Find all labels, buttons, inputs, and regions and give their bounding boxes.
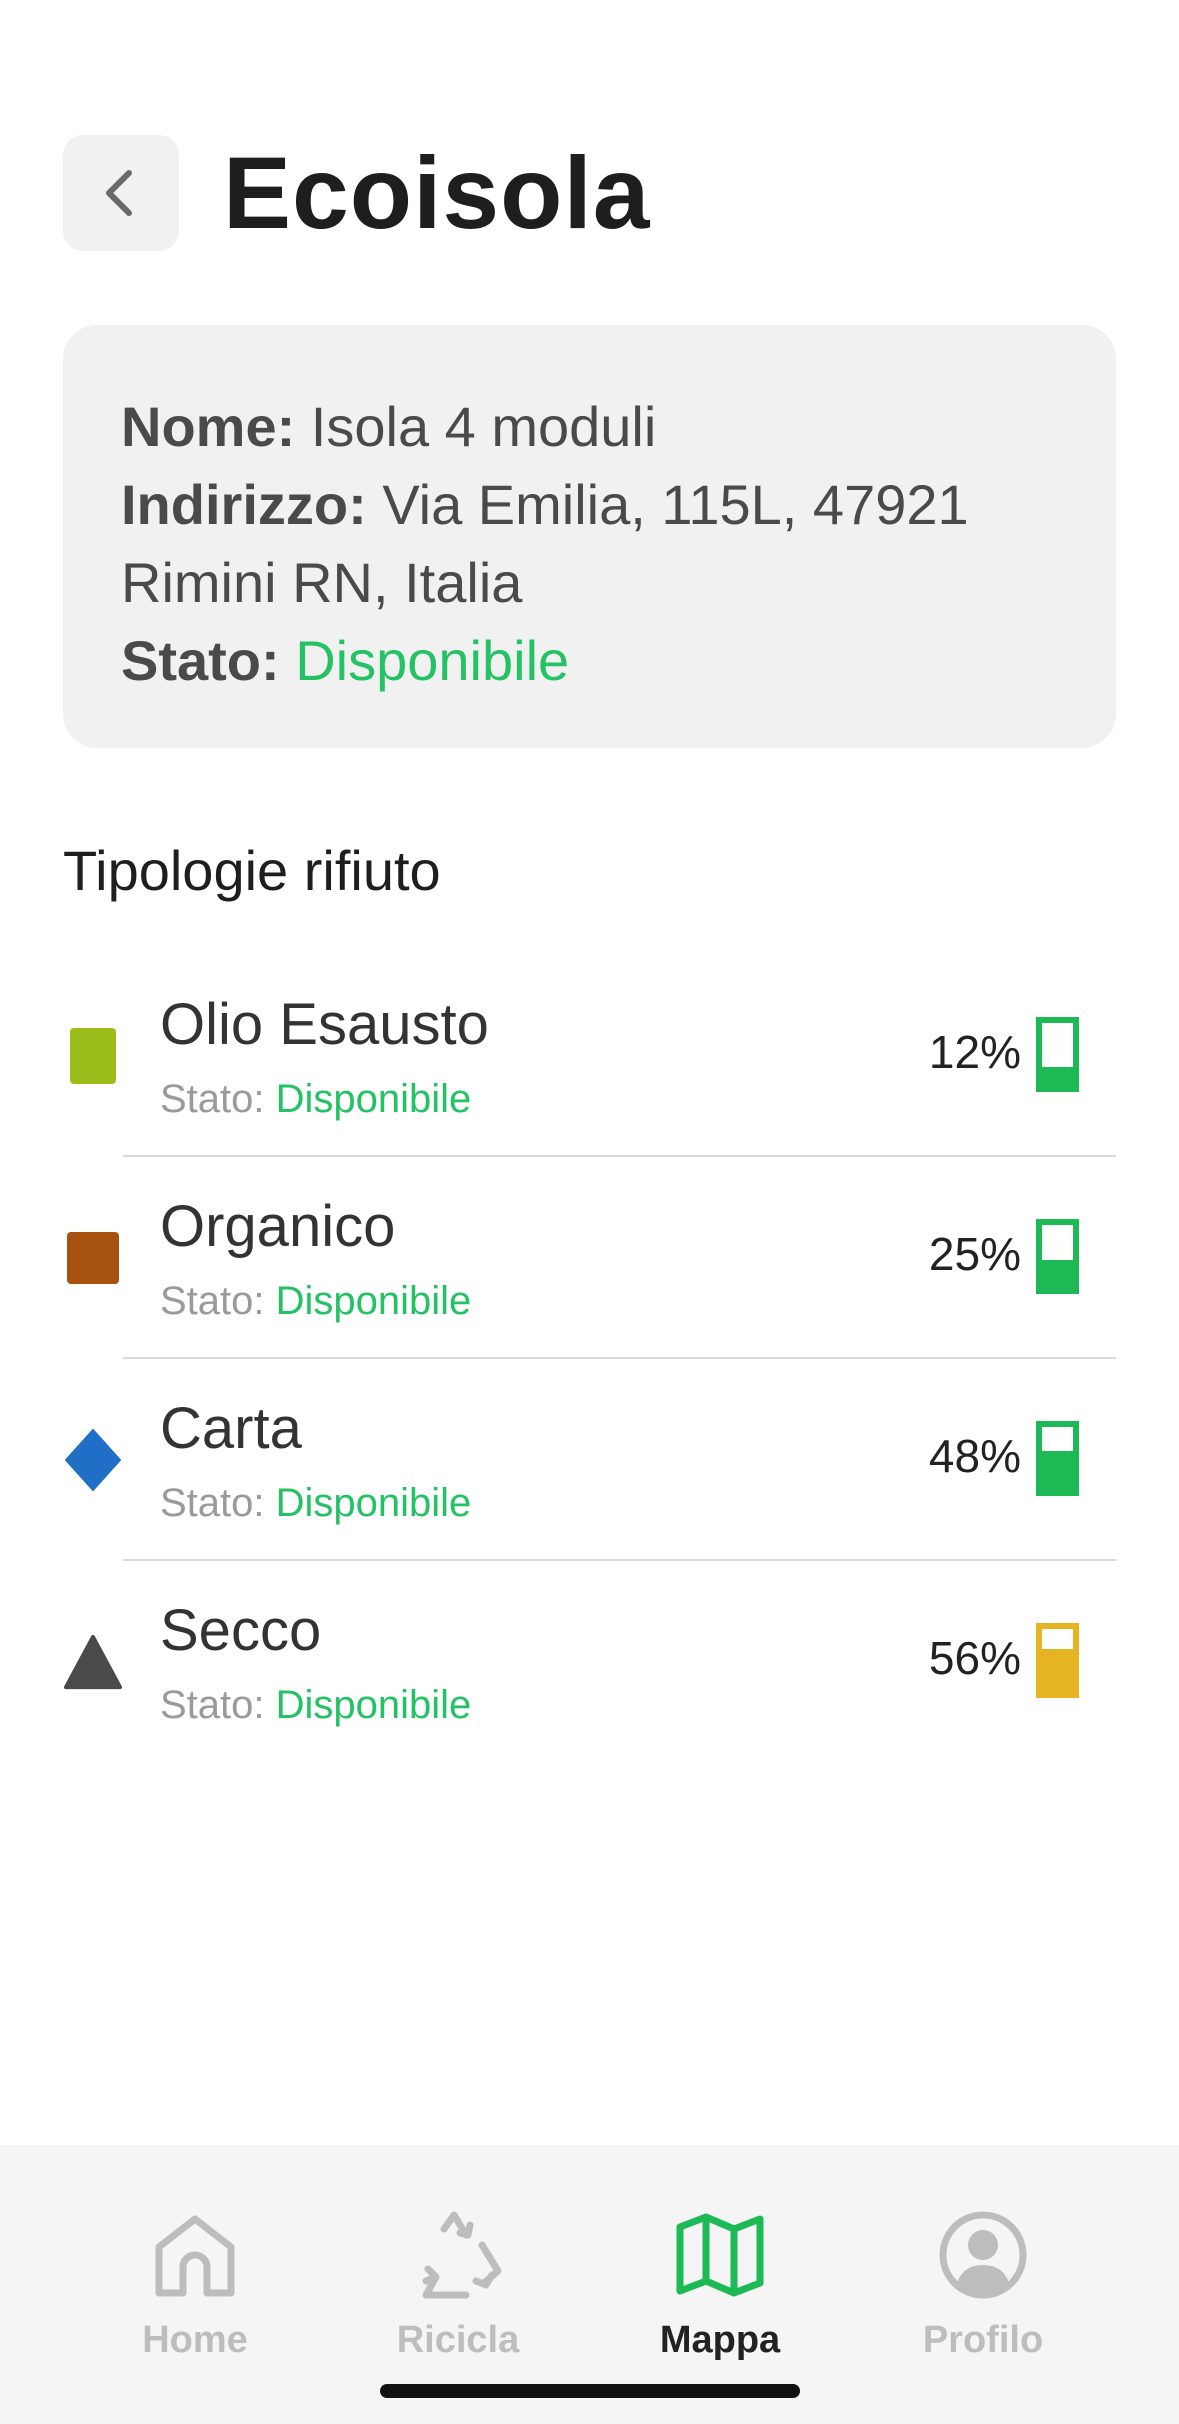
tab-ricicla[interactable]: Ricicla [358, 2205, 558, 2362]
fill-percentage: 25% [928, 1228, 1021, 1280]
waste-type-status: Stato: Disponibile [160, 1279, 471, 1324]
tab-profilo[interactable]: Profilo [883, 2205, 1083, 2362]
waste-status-label: Stato: [160, 1279, 265, 1323]
waste-type-row[interactable]: Carta Stato: Disponibile 48% [0, 1359, 1179, 1561]
tab-label: Home [142, 2319, 248, 2361]
square-marker-icon [63, 1157, 123, 1359]
bin-level-fill [1042, 1450, 1073, 1490]
tab-mappa[interactable]: Mappa [620, 2205, 820, 2362]
waste-status-value: Disponibile [275, 1683, 472, 1727]
tab-bar: Home Ricicla Mappa Profilo [0, 2145, 1179, 2424]
chevron-left-icon [106, 170, 132, 216]
info-name: Nome: Isola 4 moduli [121, 388, 1058, 466]
info-name-value: Isola 4 moduli [310, 395, 657, 458]
waste-type-name: Olio Esausto [160, 992, 489, 1057]
square-marker-icon [63, 955, 123, 1157]
info-status-label: Stato: [121, 629, 280, 692]
info-address: Indirizzo: Via Emilia, 115L, 47921 Rimin… [121, 466, 1058, 622]
waste-type-status: Stato: Disponibile [160, 1683, 471, 1728]
map-icon [676, 2213, 764, 2297]
waste-status-value: Disponibile [275, 1481, 472, 1525]
waste-status-value: Disponibile [275, 1077, 472, 1121]
header: Ecoisola [63, 135, 651, 251]
profile-icon [939, 2211, 1027, 2299]
waste-status-value: Disponibile [275, 1279, 472, 1323]
info-address-label: Indirizzo: [121, 473, 367, 536]
bin-level-icon [1036, 1219, 1079, 1294]
info-status: Stato: Disponibile [121, 622, 1058, 700]
waste-status-label: Stato: [160, 1683, 265, 1727]
info-name-label: Nome: [121, 395, 296, 458]
waste-type-status: Stato: Disponibile [160, 1077, 471, 1122]
tab-home[interactable]: Home [95, 2205, 295, 2362]
bin-level-fill [1042, 1067, 1073, 1086]
waste-type-list: Olio Esausto Stato: Disponibile 12% Orga… [0, 955, 1179, 1763]
tab-label: Ricicla [396, 2319, 520, 2361]
diamond-marker-icon [63, 1359, 123, 1561]
info-card: Nome: Isola 4 moduli Indirizzo: Via Emil… [63, 325, 1116, 748]
back-button[interactable] [63, 135, 179, 251]
fill-percentage: 56% [928, 1632, 1021, 1684]
info-status-value: Disponibile [295, 629, 570, 692]
fill-percentage: 12% [928, 1026, 1021, 1078]
home-icon [155, 2215, 235, 2297]
waste-type-name: Secco [160, 1598, 322, 1663]
waste-type-name: Carta [160, 1396, 302, 1461]
recycle-icon [422, 2211, 502, 2299]
tab-label: Mappa [659, 2319, 781, 2361]
waste-type-name: Organico [160, 1194, 396, 1259]
waste-type-row[interactable]: Olio Esausto Stato: Disponibile 12% [0, 955, 1179, 1157]
bin-level-fill [1042, 1649, 1073, 1692]
waste-type-status: Stato: Disponibile [160, 1481, 471, 1526]
bin-level-icon [1036, 1623, 1079, 1698]
triangle-marker-icon [63, 1561, 123, 1763]
bin-level-fill [1042, 1259, 1073, 1288]
bin-level-icon [1036, 1017, 1079, 1092]
home-indicator [380, 2384, 800, 2398]
section-title: Tipologie rifiuto [63, 839, 441, 902]
bin-level-icon [1036, 1421, 1079, 1496]
waste-status-label: Stato: [160, 1481, 265, 1525]
waste-status-label: Stato: [160, 1077, 265, 1121]
waste-type-row[interactable]: Secco Stato: Disponibile 56% [0, 1561, 1179, 1763]
page-title: Ecoisola [223, 135, 651, 250]
fill-percentage: 48% [928, 1430, 1021, 1482]
tab-label: Profilo [922, 2319, 1044, 2361]
waste-type-row[interactable]: Organico Stato: Disponibile 25% [0, 1157, 1179, 1359]
